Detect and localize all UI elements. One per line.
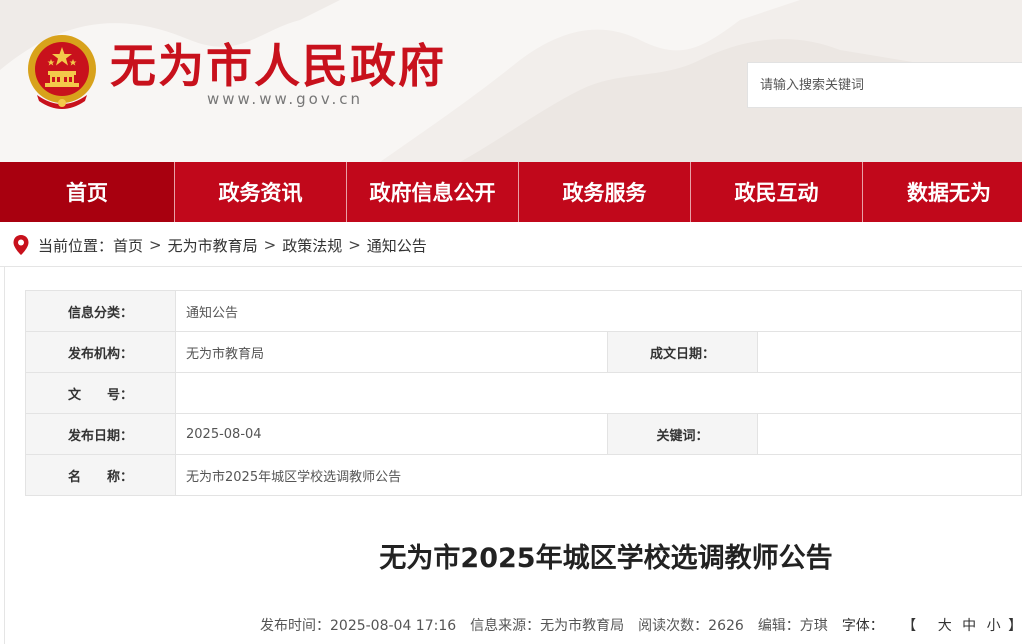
meta-views: 阅读次数：2626	[638, 618, 744, 634]
search-box[interactable]	[747, 62, 1022, 108]
breadcrumb-item-home[interactable]: 首页	[113, 235, 143, 256]
name-label: 名 称：	[25, 454, 176, 496]
breadcrumb-prefix: 当前位置：	[38, 236, 114, 255]
info-row-category: 信息分类： 通知公告	[25, 290, 1022, 332]
breadcrumb-item-education-bureau[interactable]: 无为市教育局	[168, 235, 258, 256]
nav-item-data[interactable]: 数据无为	[863, 162, 1022, 222]
font-bracket-open: 【	[902, 618, 917, 634]
article-title: 无为市2025年城区学校选调教师公告	[379, 543, 833, 574]
site-title[interactable]: 无为市人民政府	[110, 30, 446, 96]
publish-date-value: 2025-08-04	[175, 413, 608, 455]
info-row-publish-date: 发布日期： 2025-08-04 关键词：	[25, 413, 1022, 455]
font-size-large-button[interactable]: 大	[938, 618, 952, 634]
font-size-small-button[interactable]: 小	[987, 618, 1001, 634]
keywords-value	[757, 413, 1022, 455]
keywords-label: 关键词：	[607, 413, 758, 455]
breadcrumb-item-policies[interactable]: 政策法规	[282, 235, 342, 256]
nav-item-info-disclosure[interactable]: 政府信息公开	[347, 162, 519, 222]
meta-publish-time: 发布时间：2025-08-04 17:16	[260, 618, 457, 634]
doc-no-value	[175, 372, 1022, 414]
meta-source: 信息来源：无为市教育局	[470, 618, 625, 634]
nav-item-services[interactable]: 政务服务	[519, 162, 691, 222]
nav-item-news[interactable]: 政务资讯	[175, 162, 347, 222]
font-size-label: 字体：	[841, 618, 884, 634]
publish-date-label: 发布日期：	[25, 413, 176, 455]
breadcrumb-separator: >	[348, 236, 361, 254]
written-date-value	[757, 331, 1022, 373]
nav-item-interaction[interactable]: 政民互动	[691, 162, 863, 222]
article-meta: 发布时间：2025-08-04 17:16 信息来源：无为市教育局 阅读次数：2…	[260, 615, 1022, 635]
font-bracket-close: 】	[1008, 618, 1022, 634]
search-input[interactable]	[748, 63, 1022, 107]
nav-item-home[interactable]: 首页	[0, 162, 175, 222]
breadcrumb-separator: >	[263, 236, 277, 254]
font-size-control: 字体： 【 大 中 小 】	[842, 615, 1022, 635]
issuer-label: 发布机构：	[25, 331, 176, 373]
written-date-label: 成文日期：	[607, 331, 758, 373]
breadcrumb-item-notices[interactable]: 通知公告	[367, 235, 427, 256]
issuer-value: 无为市教育局	[175, 331, 608, 373]
breadcrumb: 当前位置： 首页 > 无为市教育局 > 政策法规 > 通知公告	[12, 234, 427, 256]
name-value: 无为市2025年城区学校选调教师公告	[175, 454, 1022, 496]
site-domain: www.ww.gov.cn	[207, 90, 364, 108]
category-label: 信息分类：	[25, 290, 176, 332]
national-emblem-logo	[28, 35, 96, 109]
site-header: 无为市人民政府 www.ww.gov.cn	[0, 0, 1022, 162]
breadcrumb-separator: >	[149, 236, 162, 254]
info-table: 信息分类： 通知公告 发布机构： 无为市教育局 成文日期： 文 号： 发布日期：…	[25, 290, 1022, 496]
info-row-doc-no: 文 号：	[25, 372, 1022, 414]
info-row-issuer: 发布机构： 无为市教育局 成文日期：	[25, 331, 1022, 373]
font-size-medium-button[interactable]: 中	[962, 618, 976, 634]
info-row-name: 名 称： 无为市2025年城区学校选调教师公告	[25, 454, 1022, 496]
main-nav: 首页 政务资讯 政府信息公开 政务服务 政民互动 数据无为	[0, 162, 1022, 222]
location-pin-icon	[13, 235, 29, 255]
category-value: 通知公告	[175, 290, 1022, 332]
content-left-border	[4, 266, 5, 644]
meta-editor: 编辑：方琪	[757, 618, 828, 634]
doc-no-label: 文 号：	[25, 372, 176, 414]
content-divider	[0, 266, 1022, 267]
